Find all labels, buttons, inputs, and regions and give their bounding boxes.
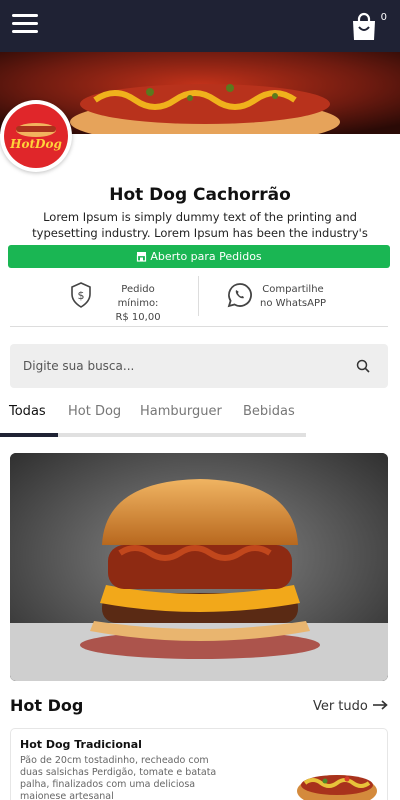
min-order-value: R$ 10,00	[115, 312, 161, 323]
hamburger-menu-icon[interactable]	[12, 14, 38, 36]
open-for-orders-button[interactable]: Aberto para Pedidos	[8, 245, 390, 268]
cart-count-badge: 0	[380, 12, 387, 23]
shopping-bag-icon[interactable]	[350, 12, 378, 42]
svg-text:$: $	[78, 289, 85, 302]
share-label: Compartilhe	[262, 284, 324, 295]
shield-dollar-icon: $	[71, 282, 91, 308]
whatsapp-icon	[227, 283, 252, 308]
section-title: Hot Dog	[10, 696, 84, 715]
search-icon[interactable]	[356, 359, 370, 373]
search-input[interactable]	[10, 344, 340, 388]
store-description: Lorem Ipsum is simply dummy text of the …	[32, 210, 368, 243]
section-divider	[10, 326, 388, 327]
min-order-info: $ Pedido mínimo: R$ 10,00	[10, 276, 198, 323]
see-all-link[interactable]: Ver tudo	[313, 699, 388, 714]
see-all-label: Ver tudo	[312, 699, 368, 714]
arrow-right-icon	[373, 700, 388, 710]
product-description: Pão de 20cm tostadinho, recheado com dua…	[20, 755, 217, 800]
min-order-label: Pedido mínimo:	[117, 284, 159, 309]
top-bar: 0	[0, 0, 400, 52]
active-tab-indicator	[0, 433, 58, 437]
product-image	[297, 775, 377, 800]
product-name: Hot Dog Tradicional	[20, 738, 142, 751]
tab-bebidas[interactable]: Bebidas	[243, 404, 295, 419]
store-info-row: $ Pedido mínimo: R$ 10,00 Compartilhe no…	[10, 276, 388, 323]
logo-text: HotDog	[9, 137, 62, 151]
share-whatsapp-link[interactable]: Compartilhe no WhatsAPP	[199, 276, 388, 318]
open-for-orders-label: Aberto para Pedidos	[150, 250, 262, 263]
share-sublabel: no WhatsAPP	[259, 298, 327, 309]
store-name: Hot Dog Cachorrão	[109, 185, 291, 205]
store-icon	[137, 252, 147, 262]
product-card[interactable]: Hot Dog Tradicional Pão de 20cm tostadin…	[10, 728, 388, 800]
tab-hot-dog[interactable]: Hot Dog	[68, 404, 121, 419]
store-logo: HotDog	[0, 100, 72, 172]
tab-todas[interactable]: Todas	[9, 404, 46, 419]
promo-banner-image[interactable]	[10, 453, 388, 681]
search-bar	[10, 344, 388, 388]
tab-hamburguer[interactable]: Hamburguer	[140, 404, 222, 419]
